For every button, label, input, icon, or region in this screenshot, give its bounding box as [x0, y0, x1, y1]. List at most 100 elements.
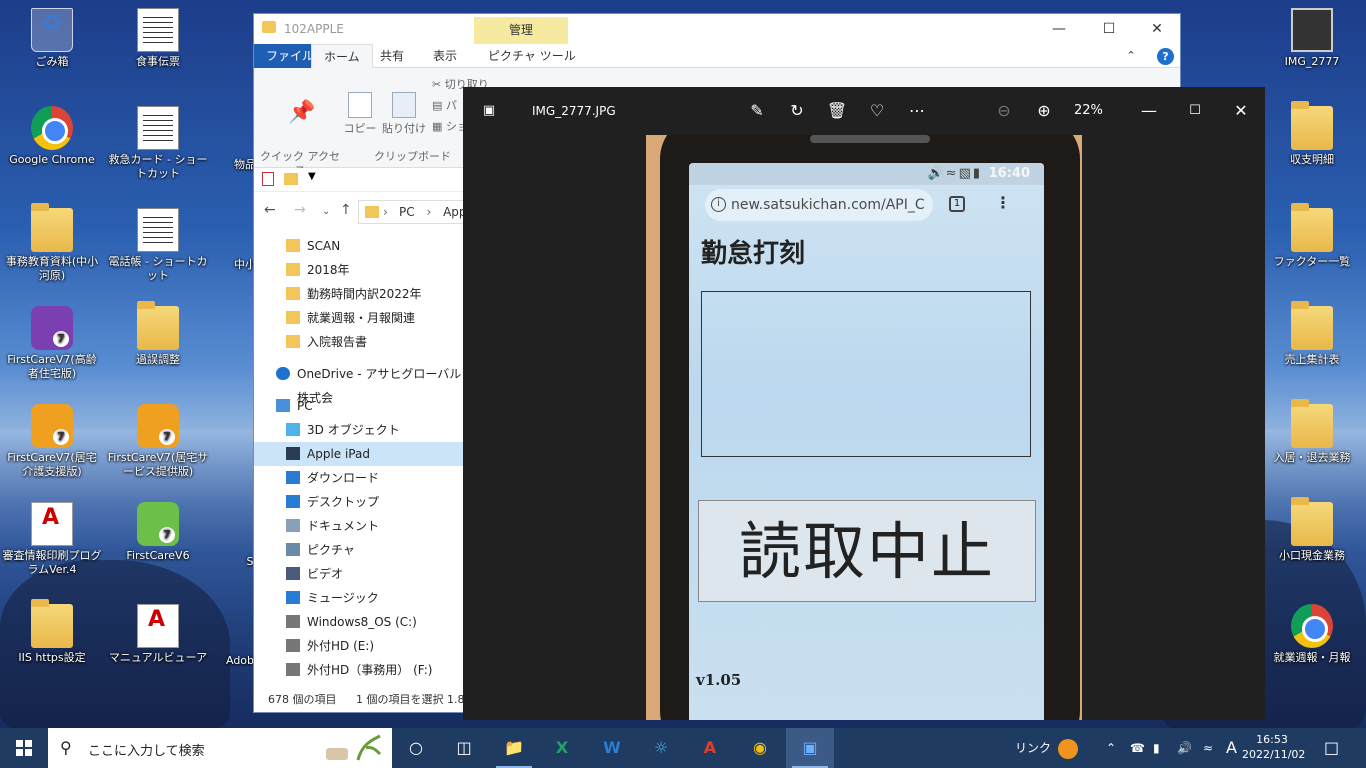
- desktop-shortcut-label: IMG_2777: [1284, 55, 1340, 68]
- more-options-icon[interactable]: ⋯: [905, 99, 929, 123]
- desktop-shortcut[interactable]: 電話帳 - ショートカット: [106, 208, 210, 283]
- tray-overflow-chevron-icon[interactable]: ⌃: [1106, 728, 1116, 768]
- tree-item[interactable]: 外付HD (E:): [254, 634, 466, 658]
- desktop-shortcut[interactable]: 食事伝票: [106, 8, 210, 69]
- image-app-icon[interactable]: ▣: [477, 99, 501, 123]
- tree-item[interactable]: 就業週報・月報関連: [254, 306, 466, 330]
- file-explorer-taskbar-icon[interactable]: 📁: [490, 728, 538, 768]
- properties-icon[interactable]: [262, 172, 274, 186]
- desktop-shortcut[interactable]: IMG_2777: [1262, 8, 1362, 69]
- desktop-shortcut[interactable]: 収支明細: [1262, 101, 1362, 167]
- desktop-shortcut[interactable]: 入居・退去業務: [1262, 399, 1362, 465]
- tree-item[interactable]: ダウンロード: [254, 466, 466, 490]
- zoom-in-icon[interactable]: ⊕: [1032, 99, 1056, 123]
- breadcrumb-pc[interactable]: PC: [399, 205, 415, 219]
- desktop-shortcut[interactable]: 審査情報印刷プログラムVer.4: [2, 502, 102, 577]
- maximize-button[interactable]: ☐: [1183, 99, 1207, 123]
- tree-item[interactable]: ビデオ: [254, 562, 466, 586]
- tree-item[interactable]: PC: [254, 394, 466, 418]
- delete-icon[interactable]: 🗑: [825, 99, 849, 123]
- paste-button[interactable]: 貼り付け: [382, 92, 426, 136]
- minimize-button[interactable]: —: [1137, 99, 1161, 123]
- taskbar-clock[interactable]: 16:53 2022/11/02: [1242, 732, 1305, 762]
- chrome-taskbar-icon[interactable]: ◉: [736, 728, 784, 768]
- zoom-out-icon[interactable]: ⊖: [992, 99, 1016, 123]
- copy-path-button[interactable]: ▤ パ: [432, 99, 457, 113]
- desktop-shortcut[interactable]: 救急カード - ショートカット: [106, 106, 210, 181]
- word-taskbar-icon[interactable]: W: [588, 728, 636, 768]
- tree-item[interactable]: 2018年: [254, 258, 466, 282]
- desktop-shortcut[interactable]: 小口現金業務: [1262, 497, 1362, 563]
- network-icon[interactable]: ≈: [1203, 728, 1213, 768]
- desktop-shortcut[interactable]: 過誤調整: [106, 301, 210, 367]
- start-button[interactable]: [0, 728, 48, 768]
- tree-item[interactable]: デスクトップ: [254, 490, 466, 514]
- desktop-shortcut[interactable]: Google Chrome: [2, 106, 102, 167]
- close-button[interactable]: ✕: [1229, 99, 1253, 123]
- favorite-heart-icon[interactable]: ♡: [865, 99, 889, 123]
- help-icon[interactable]: ?: [1157, 48, 1174, 65]
- photo-viewer-window[interactable]: ▣ IMG_2777.JPG ✎ ↻ 🗑 ♡ ⋯ ⊖ ⊕ 22% — ☐ ✕ 🔊…: [463, 87, 1265, 720]
- tree-item-label: ミュージック: [307, 591, 379, 605]
- notification-center-icon[interactable]: □: [1324, 728, 1339, 768]
- maximize-button[interactable]: ☐: [1086, 14, 1132, 44]
- desktop-shortcut[interactable]: FirstCareV7(高齢者住宅版): [2, 306, 102, 381]
- desktop-shortcut[interactable]: 事務教育資料(中小河原): [2, 203, 102, 283]
- tree-item[interactable]: 3D オブジェクト: [254, 418, 466, 442]
- copy-button[interactable]: コピー: [342, 92, 378, 136]
- tab-share[interactable]: 共有: [368, 44, 416, 68]
- tray-orange-status-icon[interactable]: [1058, 728, 1078, 768]
- excel-taskbar-icon[interactable]: X: [538, 728, 586, 768]
- tree-item[interactable]: ミュージック: [254, 586, 466, 610]
- tree-item[interactable]: 勤務時間内訳2022年: [254, 282, 466, 306]
- tree-item[interactable]: 入院報告書: [254, 330, 466, 354]
- desktop-shortcut[interactable]: IIS https設定: [2, 599, 102, 665]
- desktop-shortcut[interactable]: ごみ箱: [2, 8, 102, 69]
- firstcare-icon: [31, 404, 73, 448]
- desktop-shortcut[interactable]: FirstCareV7(居宅介護支援版): [2, 404, 102, 479]
- tree-item[interactable]: 外付HD（事務用） (F:): [254, 658, 466, 682]
- desktop-shortcut[interactable]: 就業週報・月報: [1262, 604, 1362, 665]
- photos-taskbar-icon[interactable]: ▣: [786, 728, 834, 768]
- tree-item[interactable]: OneDrive - アサヒグローバル株式会: [254, 362, 466, 405]
- tray-link-label[interactable]: リンク: [1015, 728, 1051, 768]
- minimize-button[interactable]: —: [1036, 14, 1082, 44]
- up-arrow-icon[interactable]: ↑: [340, 202, 352, 218]
- tree-item[interactable]: SCAN: [254, 234, 466, 258]
- tree-item[interactable]: ドキュメント: [254, 514, 466, 538]
- chevron-up-icon[interactable]: ⌃: [1108, 41, 1154, 71]
- tab-manage-context[interactable]: 管理: [474, 17, 568, 44]
- desktop-shortcut[interactable]: マニュアルビューア: [106, 604, 210, 665]
- tab-view[interactable]: 表示: [421, 44, 469, 68]
- battery-icon[interactable]: ▮: [1153, 728, 1160, 768]
- desktop-shortcut[interactable]: ファクター一覧: [1262, 203, 1362, 269]
- tree-item[interactable]: ピクチャ: [254, 538, 466, 562]
- rotate-icon[interactable]: ↻: [785, 99, 809, 123]
- desktop-shortcut[interactable]: FirstCareV6: [106, 502, 210, 563]
- close-button[interactable]: ✕: [1134, 14, 1180, 44]
- explorer-title-bar[interactable]: 102APPLE 管理 — ☐ ✕: [254, 14, 1180, 44]
- folder-icon[interactable]: [284, 173, 298, 185]
- acrobat-taskbar-icon[interactable]: A: [686, 728, 734, 768]
- task-view-icon[interactable]: ◫: [440, 728, 488, 768]
- tree-item[interactable]: Windows8_OS (C:): [254, 610, 466, 634]
- volume-icon[interactable]: 🔊: [1177, 728, 1192, 768]
- tree-item[interactable]: Apple iPad: [254, 442, 466, 466]
- back-arrow-icon[interactable]: ←: [264, 202, 276, 218]
- photo-canvas[interactable]: 🔊≈▧▮ 16:40 i new.satsukichan.com/API_C 1…: [646, 135, 1082, 720]
- tab-home[interactable]: ホーム: [311, 44, 373, 68]
- tray-meet-icon[interactable]: ☎: [1130, 728, 1145, 768]
- ime-indicator[interactable]: A: [1226, 728, 1237, 768]
- navigation-pane[interactable]: SCAN 2018年 勤務時間内訳2022年 就業週報・月報関連 入院報告書 OneDri…: [254, 234, 466, 684]
- taskbar-search-box[interactable]: ⚲ ここに入力して検索: [48, 728, 392, 768]
- tab-picture-tools[interactable]: ピクチャ ツール: [476, 44, 588, 68]
- recent-chevron-icon[interactable]: ⌄: [322, 206, 330, 217]
- edit-image-icon[interactable]: ✎: [745, 99, 769, 123]
- chevron-down-icon[interactable]: ▼: [308, 171, 316, 182]
- forward-arrow-icon[interactable]: →: [294, 202, 306, 218]
- edge-taskbar-icon[interactable]: ☼: [637, 728, 685, 768]
- desktop-shortcut[interactable]: FirstCareV7(居宅サービス提供版): [106, 404, 210, 479]
- cortana-icon[interactable]: ○: [392, 728, 440, 768]
- shortcut-icon: ▦: [432, 120, 443, 133]
- desktop-shortcut[interactable]: 売上集計表: [1262, 301, 1362, 367]
